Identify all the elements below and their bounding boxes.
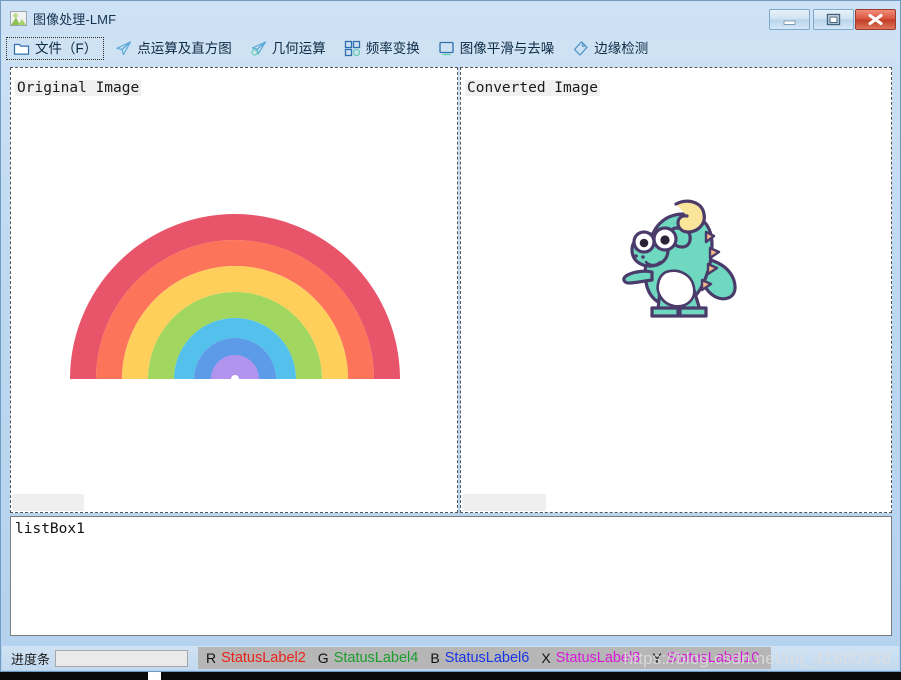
grid-squares-icon xyxy=(344,40,361,57)
maximize-button[interactable] xyxy=(813,9,854,30)
menu-item-smoothing-denoise-label: 图像平滑与去噪 xyxy=(459,40,555,56)
menu-item-geometry-ops-label: 几何运算 xyxy=(271,40,326,56)
close-button[interactable] xyxy=(855,9,896,30)
application-window: 图像处理-LMF 文件（F） 点运算及直方图 几何运算 频率变换 图像平滑与去噪… xyxy=(0,0,901,672)
list-item[interactable]: listBox1 xyxy=(15,521,85,537)
menu-item-edge-detection[interactable]: 边缘检测 xyxy=(565,37,655,60)
converted-image-panel[interactable]: Converted Image xyxy=(460,67,892,513)
progress-bar-label: 进度条 xyxy=(11,651,51,667)
rainbow-image xyxy=(70,214,400,379)
status-key-b: B xyxy=(430,650,440,666)
menu-bar: 文件（F） 点运算及直方图 几何运算 频率变换 图像平滑与去噪 边缘检测 xyxy=(2,35,899,62)
status-value-r: StatusLabel2 xyxy=(221,650,306,666)
status-bar: 进度条 R StatusLabel2 G StatusLabel4 B Stat… xyxy=(2,646,899,670)
paper-plane-circle-icon xyxy=(250,40,267,57)
menu-item-point-ops[interactable]: 点运算及直方图 xyxy=(108,37,239,60)
status-value-b: StatusLabel6 xyxy=(444,650,530,666)
square-outline-icon xyxy=(438,40,455,57)
progress-bar xyxy=(55,649,189,667)
picture-icon xyxy=(10,10,27,27)
converted-image-caption: Converted Image xyxy=(465,80,600,96)
menu-item-file[interactable]: 文件（F） xyxy=(6,37,105,60)
menu-item-frequency-transform-label: 频率变换 xyxy=(365,40,420,56)
menu-item-point-ops-label: 点运算及直方图 xyxy=(137,40,232,56)
folder-icon xyxy=(13,40,30,57)
status-value-x: StatusLabel8 xyxy=(555,650,641,666)
window-title: 图像处理-LMF xyxy=(33,12,117,27)
converted-panel-scroll-stub[interactable] xyxy=(462,494,546,511)
original-image-caption: Original Image xyxy=(15,80,142,96)
status-key-x: X xyxy=(541,650,551,666)
minimize-button[interactable] xyxy=(769,9,810,30)
listbox1[interactable]: listBox1 xyxy=(10,516,892,636)
title-bar[interactable]: 图像处理-LMF xyxy=(1,1,900,35)
menu-item-edge-detection-label: 边缘检测 xyxy=(594,40,649,56)
tag-icon xyxy=(572,40,589,57)
taskbar-nub xyxy=(148,672,161,680)
menu-item-smoothing-denoise[interactable]: 图像平滑与去噪 xyxy=(431,37,562,60)
status-key-y: Y xyxy=(652,650,662,666)
status-value-y: StatusLabel10 xyxy=(666,650,760,666)
status-key-r: R xyxy=(206,650,217,666)
dinosaur-image xyxy=(622,199,737,318)
taskbar-sliver xyxy=(0,672,901,680)
status-value-g: StatusLabel4 xyxy=(333,650,419,666)
menu-item-frequency-transform[interactable]: 频率变换 xyxy=(337,37,427,60)
paper-plane-icon xyxy=(115,40,132,57)
original-image-panel[interactable]: Original Image xyxy=(10,67,458,513)
status-readouts: R StatusLabel2 G StatusLabel4 B StatusLa… xyxy=(198,647,772,669)
menu-item-geometry-ops[interactable]: 几何运算 xyxy=(243,37,333,60)
client-area: Original Image Converted Image listBox1 xyxy=(10,67,892,647)
menu-item-file-label: 文件（F） xyxy=(35,40,98,56)
status-key-g: G xyxy=(317,650,329,666)
original-panel-scroll-stub[interactable] xyxy=(12,494,84,511)
